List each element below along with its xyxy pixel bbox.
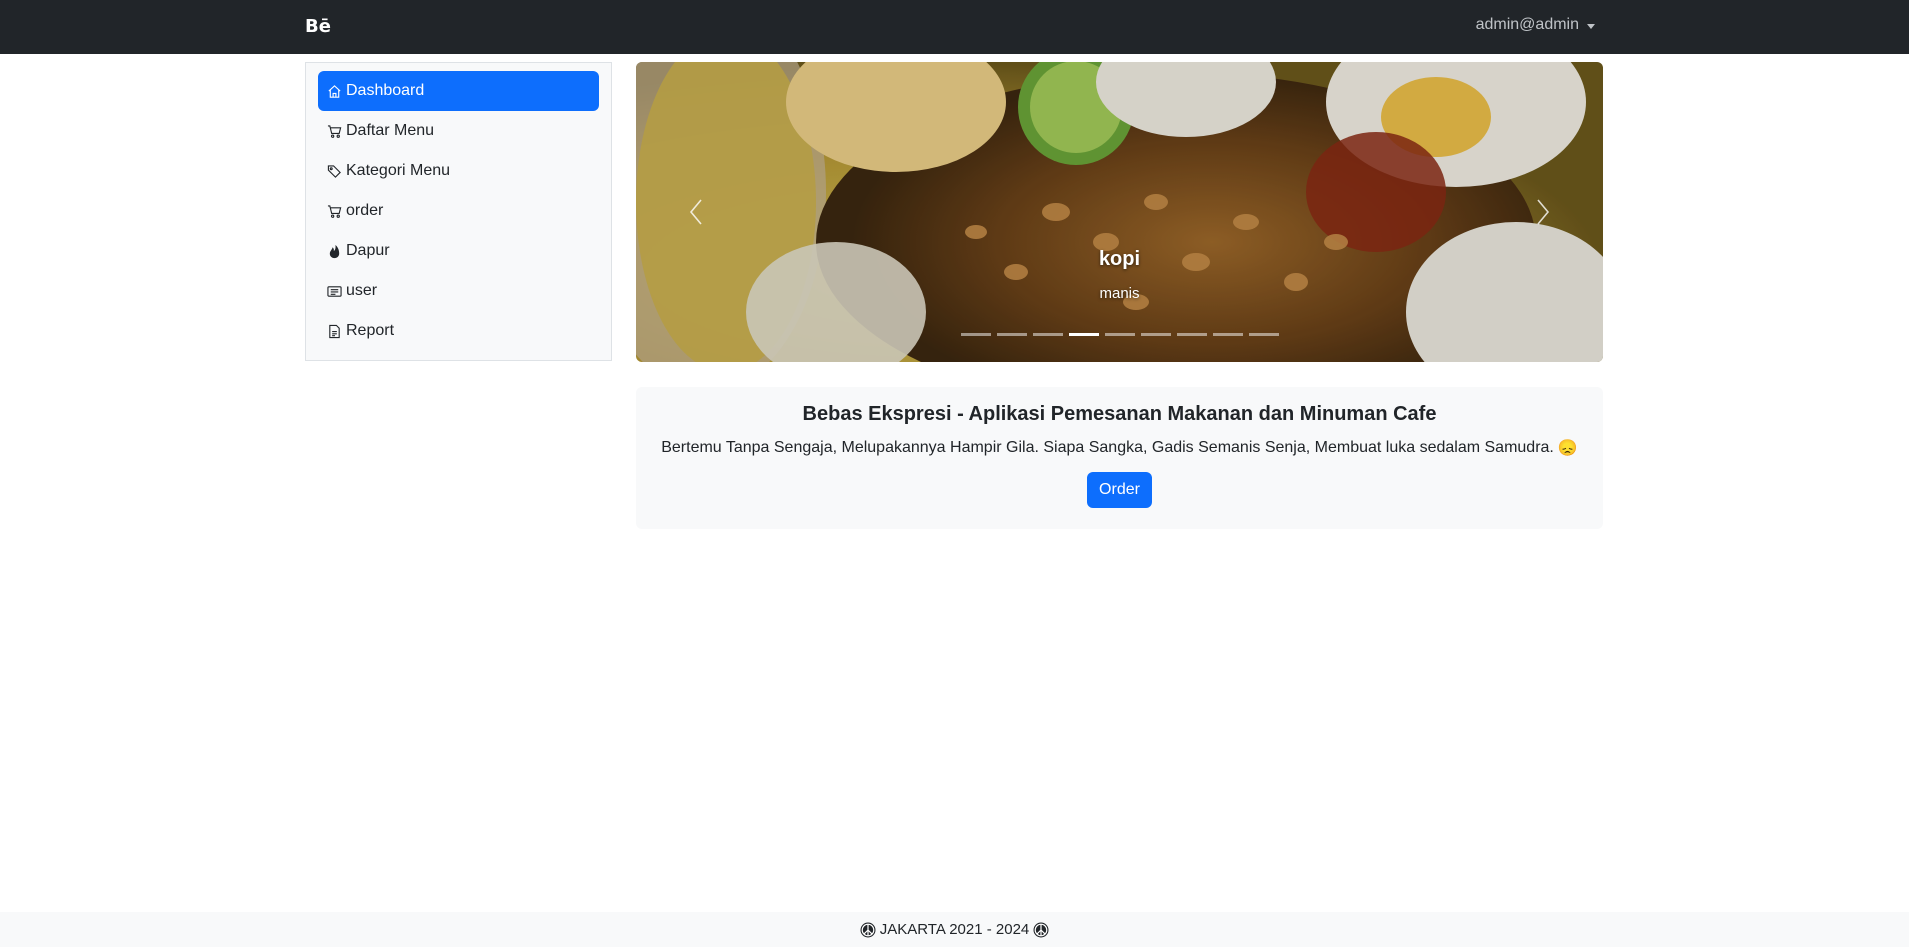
carousel-indicator[interactable] — [1140, 333, 1171, 336]
footer-text: JAKARTA 2021 - 2024 — [879, 921, 1030, 938]
sidebar-item-user[interactable]: user — [318, 271, 599, 311]
peace-icon — [860, 922, 876, 937]
order-button[interactable]: Order — [1087, 472, 1152, 508]
user-dropdown-toggle[interactable]: admin@admin — [1476, 16, 1595, 34]
caption-text: manis — [1099, 285, 1140, 302]
sidebar-item-kategori-menu[interactable]: Kategori Menu — [318, 151, 599, 191]
cart-icon — [326, 123, 342, 139]
footer: JAKARTA 2021 - 2024 — [0, 912, 1909, 947]
carousel-indicator[interactable] — [1248, 333, 1279, 336]
sidebar-item-label: Dashboard — [346, 82, 425, 99]
carousel-indicator-active[interactable] — [1068, 333, 1099, 336]
chevron-right-icon — [1537, 199, 1550, 225]
tags-icon — [326, 163, 342, 179]
top-navbar: Bē admin@admin — [0, 0, 1909, 54]
sidebar-item-label: order — [346, 202, 384, 219]
carousel-indicators — [636, 333, 1603, 336]
sad-face-icon: 😞 — [1557, 440, 1578, 457]
sidebar-item-label: Kategori Menu — [346, 162, 451, 179]
chevron-left-icon — [689, 199, 702, 225]
sidebar-item-report[interactable]: Report — [318, 311, 599, 351]
fire-icon — [326, 243, 342, 259]
user-email: admin@admin — [1475, 16, 1579, 33]
welcome-section: Bebas Ekspresi - Aplikasi Pemesanan Maka… — [636, 387, 1603, 529]
food-photo — [636, 62, 1603, 362]
sidebar-item-label: Report — [346, 322, 395, 339]
carousel-indicator[interactable] — [1212, 333, 1243, 336]
caret-down-icon — [1587, 23, 1595, 29]
carousel-indicator[interactable] — [960, 333, 991, 336]
sidebar-item-order[interactable]: order — [318, 191, 599, 231]
sidebar: Dashboard Daftar Menu Kategori Menu orde… — [305, 62, 612, 361]
peace-icon — [1033, 922, 1049, 937]
welcome-text-row: Bertemu Tanpa Sengaja, Melupakannya Hamp… — [636, 438, 1603, 458]
carousel-indicator[interactable] — [1104, 333, 1135, 336]
brand-logo[interactable]: Bē — [305, 16, 331, 37]
sidebar-item-label: Daftar Menu — [346, 122, 435, 139]
caption-title: kopi — [1098, 248, 1141, 270]
person-vcard-icon — [326, 283, 342, 299]
sidebar-item-dapur[interactable]: Dapur — [318, 231, 599, 271]
carousel-indicator[interactable] — [1032, 333, 1063, 336]
carousel-indicator[interactable] — [996, 333, 1027, 336]
cart-icon — [326, 203, 342, 219]
sidebar-item-daftar-menu[interactable]: Daftar Menu — [318, 111, 599, 151]
carousel-caption: kopi manis — [636, 248, 1603, 302]
welcome-text: Bertemu Tanpa Sengaja, Melupakannya Hamp… — [661, 439, 1554, 456]
carousel-prev-button[interactable] — [636, 62, 756, 362]
sidebar-item-label: user — [346, 282, 378, 299]
carousel-indicator[interactable] — [1176, 333, 1207, 336]
welcome-title: Bebas Ekspresi - Aplikasi Pemesanan Maka… — [802, 403, 1437, 425]
house-icon — [326, 83, 342, 99]
carousel-next-button[interactable] — [1483, 62, 1603, 362]
image-carousel: kopi manis — [636, 62, 1603, 362]
sidebar-item-label: Dapur — [346, 242, 390, 259]
sidebar-item-dashboard[interactable]: Dashboard — [318, 71, 599, 111]
file-earmark-icon — [326, 323, 342, 339]
